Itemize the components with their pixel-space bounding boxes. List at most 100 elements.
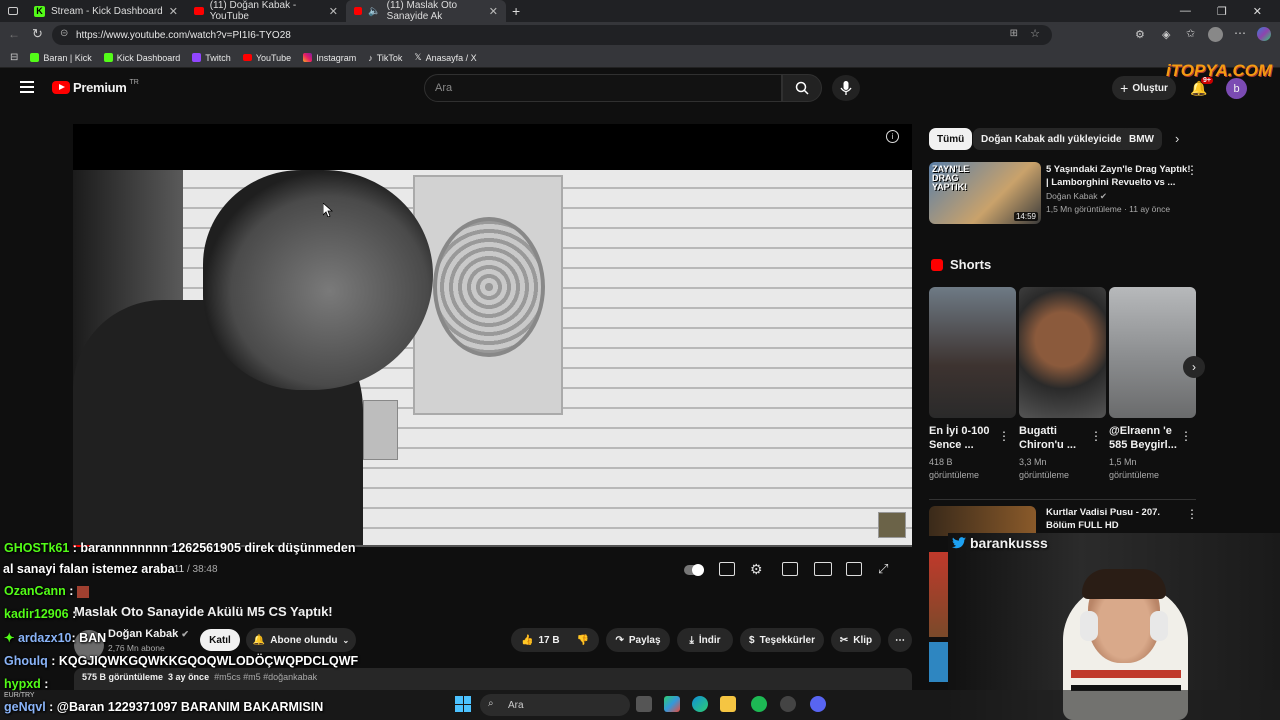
video-frame[interactable]: [73, 170, 912, 547]
more-menu-icon[interactable]: ⋯: [1234, 26, 1246, 40]
minimize-icon[interactable]: —: [1180, 5, 1191, 18]
clip-button[interactable]: ✂ Klip: [831, 628, 881, 652]
youtube-premium-logo[interactable]: Premium TR: [52, 79, 139, 95]
extensions-icon[interactable]: ⚙: [1135, 28, 1145, 41]
like-button[interactable]: 👍 17 B 👎: [511, 628, 599, 652]
cast-icon[interactable]: [846, 562, 862, 576]
info-icon[interactable]: i: [886, 130, 899, 143]
account-avatar[interactable]: b: [1226, 78, 1247, 99]
bookmark-x[interactable]: 𝕏 Anasayfa / X: [414, 52, 476, 63]
windows-start-icon[interactable]: [455, 696, 471, 712]
app-icon[interactable]: [780, 696, 796, 712]
kebab-menu-icon[interactable]: ⋮: [998, 429, 1010, 443]
chip-uploader[interactable]: Doğan Kabak adlı yükleyiciden: [973, 128, 1136, 150]
join-button[interactable]: Katıl: [200, 629, 240, 651]
copilot-icon[interactable]: [1257, 27, 1271, 41]
rec-channel[interactable]: Doğan Kabak ✔: [1046, 190, 1107, 203]
maximize-icon[interactable]: ❐: [1217, 5, 1227, 18]
bookmark-youtube[interactable]: YouTube: [242, 53, 291, 63]
subscribed-button[interactable]: 🔔 Abone olundu ⌄: [246, 628, 356, 652]
close-tab-icon[interactable]: ✕: [169, 5, 178, 18]
rec-title[interactable]: Kurtlar Vadisi Pusu - 207. Bölüm FULL HD: [1046, 506, 1160, 532]
profile-avatar[interactable]: [1208, 27, 1223, 42]
short-card[interactable]: [1109, 287, 1196, 418]
short-views: 418 B görüntüleme: [929, 456, 979, 482]
tab-kick-dashboard[interactable]: K Stream - Kick Dashboard ✕: [26, 0, 186, 22]
create-button[interactable]: + Oluştur: [1112, 76, 1176, 100]
kebab-menu-icon[interactable]: ⋮: [1180, 429, 1192, 443]
share-button[interactable]: ↷ Paylaş: [606, 628, 670, 652]
short-card[interactable]: [929, 287, 1016, 418]
rec-thumbnail[interactable]: ZAYN'LE DRAG YAPTIK! 14:59: [929, 162, 1041, 224]
short-card[interactable]: [1019, 287, 1106, 418]
tab-actions-icon[interactable]: [0, 0, 26, 22]
apps-icon[interactable]: ⊞: [1010, 28, 1018, 39]
more-actions-icon[interactable]: ⋯: [888, 628, 912, 652]
search-button[interactable]: [782, 74, 822, 102]
voice-search-button[interactable]: [832, 75, 860, 101]
search-input[interactable]: Ara: [424, 74, 782, 102]
chip-bmw[interactable]: BMW: [1121, 128, 1162, 150]
chat-text: :: [44, 677, 49, 691]
tab-maslak-video[interactable]: 🔈 (11) Maslak Oto Sanayide Ak ✕: [346, 0, 506, 22]
miniplayer-icon[interactable]: [782, 562, 798, 576]
kebab-menu-icon[interactable]: ⋮: [1186, 507, 1198, 521]
view-count: 575 B görüntüleme: [82, 672, 164, 682]
weather-ticker[interactable]: EUR/TRY: [4, 692, 35, 699]
short-title[interactable]: @Elraenn 'e 585 Beygirl...: [1109, 424, 1177, 452]
close-tab-icon[interactable]: ✕: [329, 5, 338, 18]
reload-icon[interactable]: ↻: [32, 26, 43, 42]
new-tab-icon[interactable]: +: [512, 3, 520, 19]
rec-title[interactable]: 5 Yaşındaki Zayn'le Drag Yaptık! | Lambor…: [1046, 163, 1190, 189]
dislike-icon[interactable]: 👎: [577, 635, 589, 646]
theater-mode-icon[interactable]: [814, 562, 832, 576]
file-explorer-icon[interactable]: [720, 696, 736, 712]
chat-username: OzanCann: [4, 584, 66, 598]
short-title[interactable]: Bugatti Chiron'u ...: [1019, 424, 1076, 452]
rec-thumbnail[interactable]: [929, 552, 948, 637]
kebab-menu-icon[interactable]: ⋮: [1186, 163, 1198, 177]
discord-icon[interactable]: [810, 696, 826, 712]
bookmarks-menu-icon[interactable]: ⊟: [10, 52, 18, 63]
rec-thumbnail[interactable]: [929, 506, 1036, 536]
rec-thumbnail[interactable]: [929, 642, 948, 682]
favorites-icon[interactable]: ✩: [1186, 27, 1195, 40]
hamburger-menu-icon[interactable]: [20, 81, 34, 93]
edge-icon[interactable]: [692, 696, 708, 712]
shield-icon[interactable]: ◈: [1162, 28, 1170, 41]
shorts-next-icon[interactable]: ›: [1183, 356, 1205, 378]
fan-grille: [433, 217, 545, 357]
tab-dogan-kabak[interactable]: (11) Doğan Kabak - YouTube ✕: [186, 0, 346, 22]
bookmark-twitch[interactable]: Twitch: [192, 53, 231, 63]
bookmark-baran-kick[interactable]: Baran | Kick: [30, 53, 92, 63]
site-info-icon[interactable]: ⊝: [60, 28, 68, 39]
copilot-taskbar-icon[interactable]: [664, 696, 680, 712]
chevron-right-icon[interactable]: ›: [1175, 131, 1179, 146]
thanks-button[interactable]: $ Teşekkürler: [740, 628, 824, 652]
speaker-icon[interactable]: 🔈: [368, 6, 380, 17]
bookmark-tiktok[interactable]: ♪ TikTok: [368, 53, 402, 63]
channel-watermark[interactable]: [878, 512, 906, 538]
settings-gear-icon[interactable]: ⚙: [750, 561, 763, 578]
download-button[interactable]: ⤓ İndir: [677, 628, 733, 652]
short-title[interactable]: En İyi 0-100 Sence ...: [929, 424, 990, 452]
url-field[interactable]: ⊝ https://www.youtube.com/watch?v=PI1I6-…: [52, 25, 1052, 45]
back-icon[interactable]: ←: [8, 27, 20, 41]
fullscreen-icon[interactable]: ⤢: [878, 561, 888, 577]
hashtags[interactable]: #m5cs #m5 #doğankabak: [214, 672, 317, 682]
close-window-icon[interactable]: ✕: [1253, 5, 1262, 18]
favorite-star-icon[interactable]: ☆: [1030, 27, 1040, 40]
taskbar-search[interactable]: ⌕ Ara: [480, 694, 630, 716]
bookmark-kick-dashboard[interactable]: Kick Dashboard: [103, 53, 180, 63]
subtitles-icon[interactable]: [719, 562, 735, 576]
task-view-icon[interactable]: [636, 696, 652, 712]
chat-text: :: [69, 584, 74, 598]
bookmark-instagram[interactable]: Instagram: [303, 53, 356, 63]
chip-all[interactable]: Tümü: [929, 128, 973, 150]
autoplay-toggle[interactable]: [684, 564, 704, 576]
close-tab-icon[interactable]: ✕: [489, 5, 498, 18]
chevron-down-icon: ⌄: [342, 635, 350, 645]
channel-name[interactable]: Doğan Kabak ✔: [108, 628, 189, 640]
kebab-menu-icon[interactable]: ⋮: [1090, 429, 1102, 443]
spotify-icon[interactable]: [751, 696, 767, 712]
